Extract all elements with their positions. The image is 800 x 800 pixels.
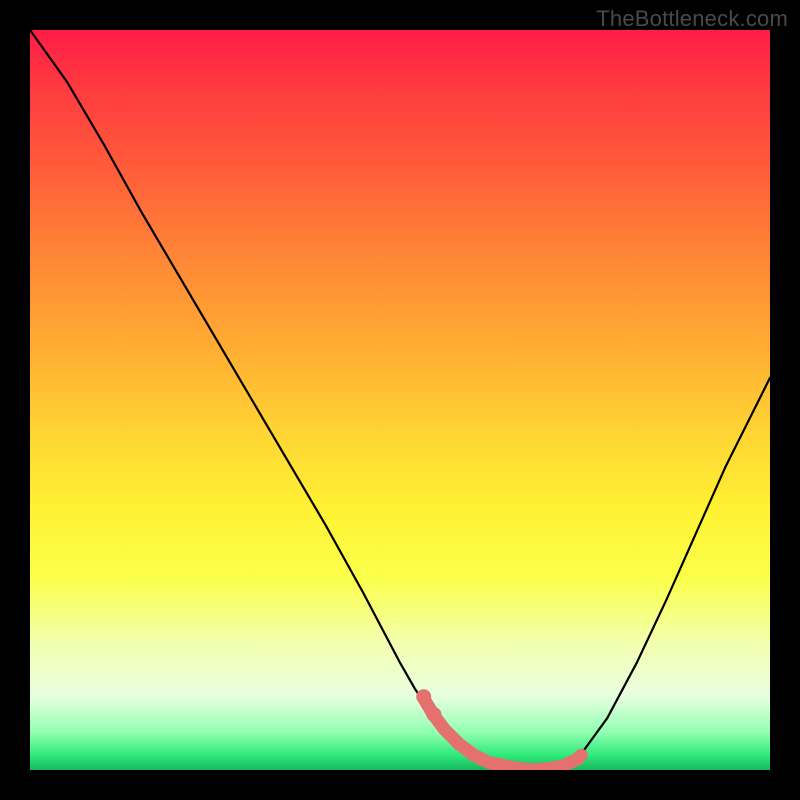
- curve-layer: [30, 30, 770, 770]
- watermark-text: TheBottleneck.com: [596, 6, 788, 32]
- bottleneck-curve: [30, 30, 770, 770]
- chart-stage: TheBottleneck.com: [0, 0, 800, 800]
- plot-area: [30, 30, 770, 770]
- marker-1: [427, 707, 442, 722]
- optimal-band: [424, 700, 581, 770]
- marker-0: [416, 689, 431, 704]
